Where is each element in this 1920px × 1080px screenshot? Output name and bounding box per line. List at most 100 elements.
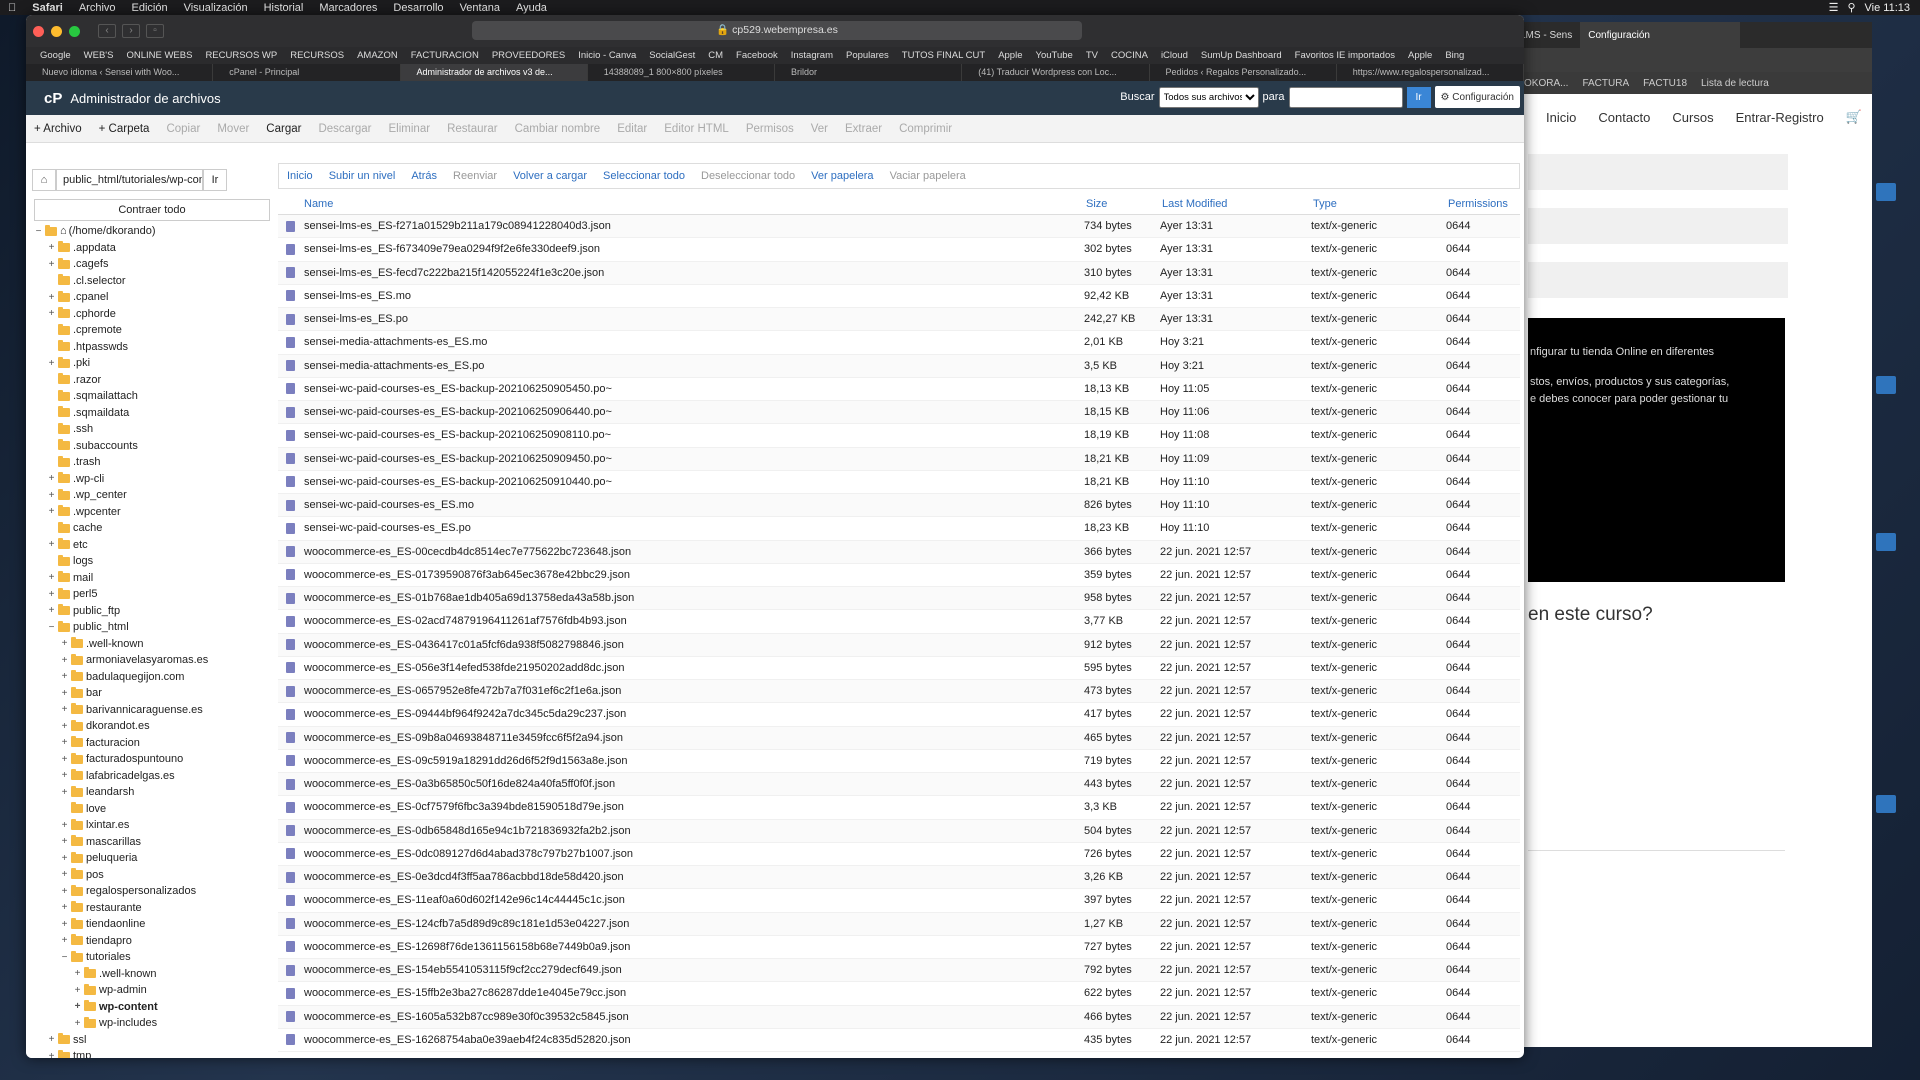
bg-tab-config[interactable]: Configuración bbox=[1580, 22, 1741, 48]
table-row[interactable]: woocommerce-es_ES-056e3f14efed538fde2195… bbox=[278, 657, 1520, 680]
file-name[interactable]: woocommerce-es_ES-0436417c01a5fcf6da938f… bbox=[302, 639, 1084, 651]
close-window-button[interactable] bbox=[33, 25, 44, 37]
file-name[interactable]: woocommerce-es_ES-12698f76de1361156158b6… bbox=[302, 941, 1084, 953]
apple-icon[interactable]:  bbox=[0, 2, 24, 14]
lesson-block[interactable] bbox=[1528, 262, 1788, 298]
toolbar-button[interactable]: Cambiar nombre bbox=[515, 123, 601, 135]
file-name[interactable]: woocommerce-es_ES-056e3f14efed538fde2195… bbox=[302, 662, 1084, 674]
menu-3[interactable]: Visualización bbox=[176, 2, 256, 14]
wifi-icon[interactable]: ☰ bbox=[1829, 1, 1839, 14]
tree-folder[interactable]: + badulaquegijon.com bbox=[60, 669, 184, 686]
table-row[interactable]: sensei-wc-paid-courses-es_ES.mo 826 bytes… bbox=[278, 494, 1520, 518]
table-row[interactable]: sensei-lms-es_ES-fecd7c222ba215f14205522… bbox=[278, 261, 1520, 285]
bookmark-item[interactable]: Bing bbox=[1445, 50, 1464, 61]
bookmark-item[interactable]: Inicio - Canva bbox=[578, 50, 636, 61]
tree-folder[interactable]: + ssl bbox=[47, 1032, 86, 1049]
tree-toggle-icon[interactable]: + bbox=[47, 242, 56, 253]
tree-toggle-icon[interactable]: + bbox=[60, 919, 69, 930]
tree-folder[interactable]: + dkorandot.es bbox=[60, 718, 150, 735]
tree-folder[interactable]: + perl5 bbox=[47, 586, 97, 603]
file-name[interactable]: sensei-lms-es_ES-fecd7c222ba215f14205522… bbox=[302, 267, 1084, 279]
toolbar-button[interactable]: Restaurar bbox=[447, 123, 498, 135]
table-row[interactable]: sensei-wc-paid-courses-es_ES.po 18,23 KB H… bbox=[278, 517, 1520, 541]
menubar-clock[interactable]: Vie 11:13 bbox=[1865, 2, 1910, 14]
bookmark-item[interactable]: RECURSOS WP bbox=[205, 50, 277, 61]
toolbar-button[interactable]: Permisos bbox=[746, 123, 794, 135]
file-name[interactable]: woocommerce-es_ES-09444bf964f9242a7dc345… bbox=[302, 708, 1084, 720]
nav-button[interactable]: Inicio bbox=[287, 170, 313, 182]
col-type[interactable]: Type bbox=[1313, 198, 1448, 210]
table-row[interactable]: woocommerce-es_ES-09c5919a18291dd26d6f52… bbox=[278, 750, 1520, 773]
table-row[interactable]: sensei-lms-es_ES.mo 92,42 KB Ayer 13:31 tex… bbox=[278, 285, 1520, 308]
tree-folder[interactable]: .trash bbox=[47, 454, 101, 471]
tree-toggle-icon[interactable]: + bbox=[73, 1018, 82, 1029]
toolbar-button[interactable]: Descargar bbox=[318, 123, 371, 135]
bookmark-item[interactable]: Favoritos IE importados bbox=[1295, 50, 1395, 61]
tree-folder[interactable]: love bbox=[60, 801, 106, 818]
nav-entrar-registro[interactable]: Entrar-Registro bbox=[1736, 110, 1824, 125]
tree-toggle-icon[interactable]: + bbox=[73, 985, 82, 996]
bookmark-item[interactable]: Facebook bbox=[736, 50, 778, 61]
search-input[interactable] bbox=[1288, 86, 1403, 108]
file-name[interactable]: woocommerce-es_ES-124cfb7a5d89d9c89c181e… bbox=[302, 918, 1084, 930]
tree-toggle-icon[interactable]: + bbox=[73, 1001, 82, 1012]
tree-folder[interactable]: − public_html bbox=[47, 619, 129, 636]
file-name[interactable]: sensei-wc-paid-courses-es_ES.mo bbox=[302, 499, 1084, 511]
tree-folder[interactable]: .sqmailattach bbox=[47, 388, 138, 405]
bookmark-item[interactable]: PROVEEDORES bbox=[492, 50, 565, 61]
tree-folder[interactable]: .sqmaildata bbox=[47, 405, 129, 422]
file-name[interactable]: woocommerce-es_ES-0e3dcd4f3ff5aa786acbbd… bbox=[302, 871, 1084, 883]
table-row[interactable]: woocommerce-es_ES-01739590876f3ab645ec36… bbox=[278, 564, 1520, 587]
tree-toggle-icon[interactable]: + bbox=[47, 358, 56, 369]
table-row[interactable]: woocommerce-es_ES-09b8a04693848711e3459f… bbox=[278, 726, 1520, 750]
bookmark-item[interactable]: RECURSOS bbox=[290, 50, 344, 61]
tree-folder[interactable]: + mail bbox=[47, 570, 93, 587]
tree-folder[interactable]: .cpremote bbox=[47, 322, 122, 339]
table-row[interactable]: woocommerce-es_ES-15ffb2e3ba27c86287dde1… bbox=[278, 982, 1520, 1006]
tree-toggle-icon[interactable]: + bbox=[47, 572, 56, 583]
table-row[interactable]: woocommerce-es_ES-00cecdb4dc8514ec7e7756… bbox=[278, 540, 1520, 564]
toolbar-button[interactable]: Editor HTML bbox=[664, 123, 729, 135]
browser-tab[interactable]: Pedidos ‹ Regalos Personalizado... bbox=[1150, 64, 1337, 81]
tree-folder[interactable]: + wp-admin bbox=[73, 982, 147, 999]
tree-folder[interactable]: cache bbox=[47, 520, 102, 537]
file-name[interactable]: woocommerce-es_ES-0cf7579f6fbc3a394bde81… bbox=[302, 801, 1084, 813]
tree-folder[interactable]: + facturacion bbox=[60, 735, 140, 752]
bg-reading-list[interactable]: Lista de lectura bbox=[1701, 78, 1769, 89]
browser-tab[interactable]: Brildor bbox=[775, 64, 963, 81]
lesson-block[interactable] bbox=[1528, 154, 1788, 190]
tree-toggle-icon[interactable]: + bbox=[60, 869, 69, 880]
table-row[interactable]: sensei-wc-paid-courses-es_ES-backup-2021… bbox=[278, 447, 1520, 471]
tree-folder[interactable]: + .pki bbox=[47, 355, 90, 372]
bookmark-item[interactable]: FACTURACION bbox=[411, 50, 479, 61]
table-row[interactable]: sensei-lms-es_ES-f673409e79ea0294f9f2e6f… bbox=[278, 238, 1520, 262]
tree-folder[interactable]: + regalospersonalizados bbox=[60, 883, 196, 900]
tree-folder[interactable]: + .wpcenter bbox=[47, 504, 121, 521]
file-name[interactable]: sensei-wc-paid-courses-es_ES.po bbox=[302, 522, 1084, 534]
nav-button[interactable]: Ver papelera bbox=[811, 170, 873, 182]
file-name[interactable]: woocommerce-es_ES-09c5919a18291dd26d6f52… bbox=[302, 755, 1084, 767]
file-name[interactable]: sensei-wc-paid-courses-es_ES-backup-2021… bbox=[302, 453, 1084, 465]
tree-toggle-icon[interactable]: + bbox=[60, 836, 69, 847]
tree-toggle-icon[interactable]: + bbox=[47, 308, 56, 319]
sidebar-icon[interactable]: ▫ bbox=[146, 24, 164, 38]
side-edit-button[interactable] bbox=[1876, 376, 1896, 394]
col-last-modified[interactable]: Last Modified bbox=[1162, 198, 1313, 210]
tree-toggle-icon[interactable]: + bbox=[60, 853, 69, 864]
tree-toggle-icon[interactable]: + bbox=[73, 968, 82, 979]
file-name[interactable]: woocommerce-es_ES-01b768ae1db405a69d1375… bbox=[302, 592, 1084, 604]
bookmark-item[interactable]: ONLINE WEBS bbox=[126, 50, 192, 61]
tree-folder[interactable]: + .cpanel bbox=[47, 289, 108, 306]
tree-folder[interactable]: + .appdata bbox=[47, 240, 116, 257]
nav-button[interactable]: Volver a cargar bbox=[513, 170, 587, 182]
menu-8[interactable]: Ayuda bbox=[508, 2, 555, 14]
tree-folder[interactable]: + .wp_center bbox=[47, 487, 127, 504]
menu-2[interactable]: Edición bbox=[124, 2, 176, 14]
menu-4[interactable]: Historial bbox=[256, 2, 312, 14]
table-row[interactable]: sensei-wc-paid-courses-es_ES-backup-2021… bbox=[278, 424, 1520, 448]
table-row[interactable]: sensei-wc-paid-courses-es_ES-backup-2021… bbox=[278, 471, 1520, 494]
browser-tab[interactable]: cPanel - Principal bbox=[213, 64, 401, 81]
background-browser-window[interactable]: LMS - Sens Configuración OKORA... FACTUR… bbox=[1512, 22, 1872, 1047]
bg-bookmark[interactable]: OKORA... bbox=[1524, 78, 1568, 89]
menu-6[interactable]: Desarrollo bbox=[385, 2, 451, 14]
